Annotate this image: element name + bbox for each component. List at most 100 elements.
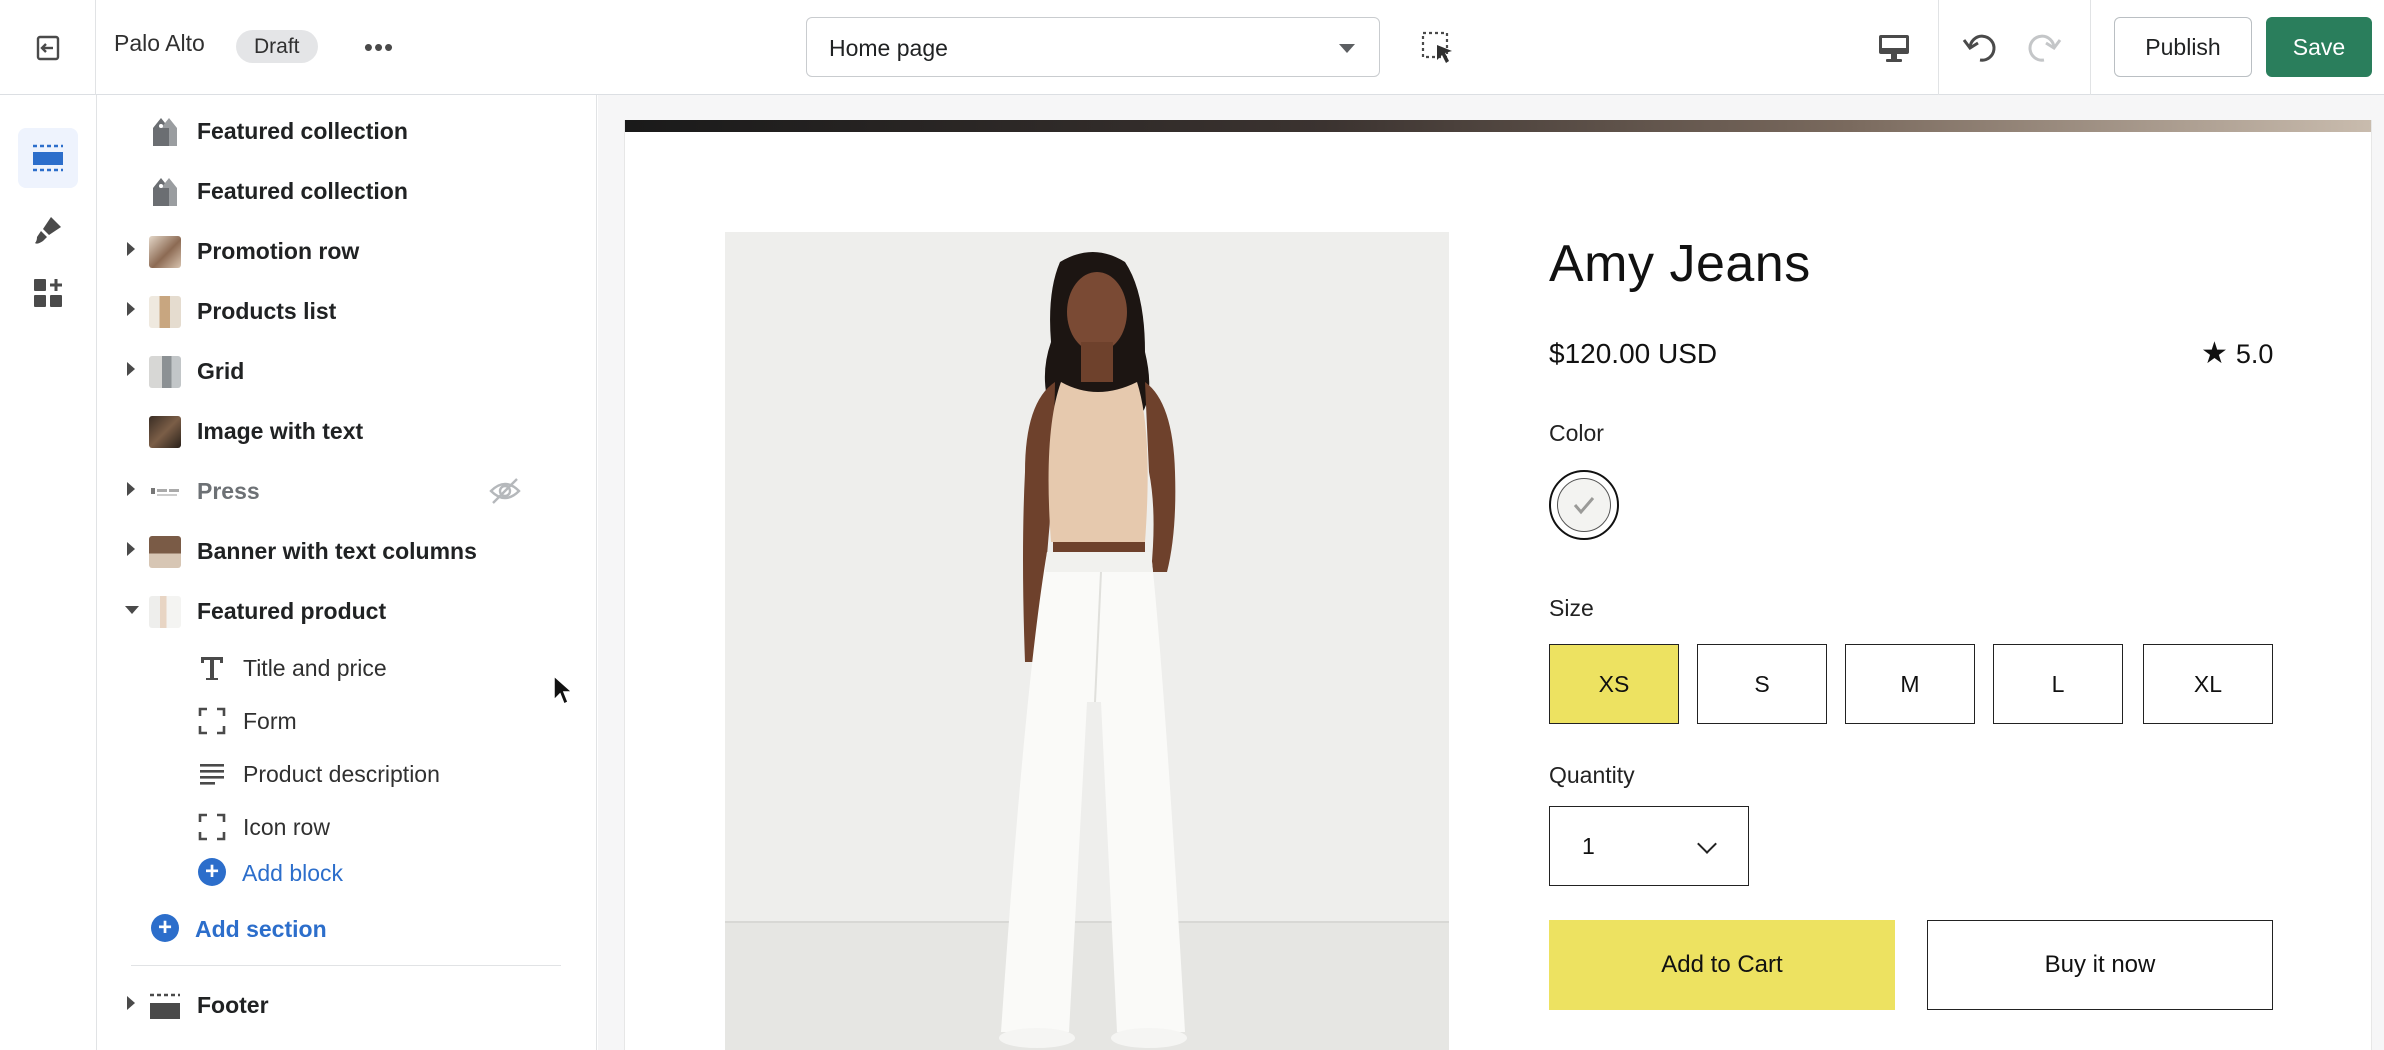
inspector-select-icon[interactable] bbox=[1420, 30, 1456, 66]
section-products-list[interactable]: Products list bbox=[97, 283, 596, 335]
apps-icon bbox=[34, 279, 62, 307]
section-press[interactable]: Press bbox=[97, 463, 596, 515]
sections-sidebar: Featured collection Featured collection … bbox=[97, 95, 597, 1050]
star-icon: ★ bbox=[2201, 337, 2228, 370]
text-icon bbox=[201, 657, 223, 680]
left-rail bbox=[0, 95, 97, 1050]
color-swatch[interactable] bbox=[1549, 470, 1619, 540]
section-label: Banner with text columns bbox=[197, 538, 477, 564]
section-featured-product[interactable]: Featured product bbox=[97, 583, 596, 635]
publish-button[interactable]: Publish bbox=[2114, 17, 2252, 77]
section-grid[interactable]: Grid bbox=[97, 343, 596, 395]
buy-it-now-button[interactable]: Buy it now bbox=[1927, 920, 2273, 1010]
size-option-xs[interactable]: XS bbox=[1549, 644, 1679, 724]
product-image[interactable] bbox=[725, 232, 1449, 1050]
undo-icon[interactable] bbox=[1958, 26, 2002, 70]
add-to-cart-button[interactable]: Add to Cart bbox=[1549, 920, 1895, 1010]
check-icon bbox=[1573, 497, 1595, 515]
section-thumbnail bbox=[149, 356, 181, 388]
top-bar: Palo Alto Draft ••• Home page Publish Sa… bbox=[0, 0, 2384, 95]
press-logos-thumbnail bbox=[151, 488, 179, 496]
section-label: Footer bbox=[197, 992, 269, 1018]
size-option-s[interactable]: S bbox=[1697, 644, 1827, 724]
block-form[interactable]: Form bbox=[97, 694, 596, 746]
add-block-button[interactable]: + Add block bbox=[198, 853, 418, 893]
quantity-label: Quantity bbox=[1549, 762, 1635, 788]
product-price: $120.00 USD bbox=[1549, 338, 1718, 369]
section-label: Press bbox=[197, 478, 260, 504]
desktop-view-icon[interactable] bbox=[1874, 28, 1914, 68]
frame-icon bbox=[198, 813, 226, 841]
section-thumbnail bbox=[149, 296, 181, 328]
size-option-m[interactable]: M bbox=[1845, 644, 1975, 724]
expand-arrow-icon[interactable] bbox=[127, 242, 135, 256]
tag-icon bbox=[153, 178, 177, 206]
section-thumbnail bbox=[149, 416, 181, 448]
toolbar-divider bbox=[1938, 0, 1939, 95]
rail-theme-settings-button[interactable] bbox=[18, 200, 78, 260]
block-product-description[interactable]: Product description bbox=[97, 747, 596, 799]
redo-icon[interactable] bbox=[2022, 26, 2066, 70]
expand-arrow-icon[interactable] bbox=[127, 482, 135, 496]
section-thumbnail bbox=[149, 536, 181, 568]
section-thumbnail bbox=[149, 596, 181, 628]
tag-icon bbox=[153, 118, 177, 146]
add-section-button[interactable]: + Add section bbox=[151, 909, 391, 949]
section-thumbnail bbox=[149, 236, 181, 268]
rating-value: 5.0 bbox=[2235, 339, 2274, 369]
expand-arrow-icon[interactable] bbox=[127, 996, 135, 1010]
section-thumbnail bbox=[149, 476, 181, 508]
expand-arrow-icon[interactable] bbox=[127, 362, 135, 376]
size-option-xl[interactable]: XL bbox=[2143, 644, 2273, 724]
section-promotion-row[interactable]: Promotion row bbox=[97, 223, 596, 275]
product-title: Amy Jeans bbox=[1549, 235, 1811, 293]
block-label: Icon row bbox=[243, 814, 330, 840]
caret-down-icon bbox=[1339, 44, 1355, 53]
section-image-with-text[interactable]: Image with text bbox=[97, 403, 596, 455]
block-icon-row[interactable]: Icon row bbox=[97, 800, 596, 852]
section-label: Featured collection bbox=[197, 118, 408, 144]
page-selector[interactable]: Home page bbox=[806, 17, 1380, 77]
plus-circle-icon: + bbox=[198, 858, 226, 886]
add-section-label: Add section bbox=[195, 916, 327, 942]
section-label: Featured product bbox=[197, 598, 387, 624]
section-featured-collection[interactable]: Featured collection bbox=[97, 103, 596, 155]
expand-arrow-icon[interactable] bbox=[127, 302, 135, 316]
paintbrush-icon bbox=[35, 217, 61, 244]
rail-apps-button[interactable] bbox=[18, 263, 78, 323]
hidden-eye-icon[interactable] bbox=[489, 477, 521, 505]
product-rating: ★ 5.0 bbox=[2201, 336, 2273, 371]
sections-icon bbox=[33, 144, 63, 172]
collapse-arrow-icon[interactable] bbox=[125, 606, 139, 614]
color-label: Color bbox=[1549, 420, 1604, 446]
paragraph-icon bbox=[200, 764, 224, 785]
quantity-select[interactable]: 1 bbox=[1549, 806, 1749, 886]
exit-icon bbox=[36, 35, 59, 60]
plus-circle-icon: + bbox=[151, 914, 179, 942]
more-actions-button[interactable]: ••• bbox=[358, 26, 400, 68]
more-icon: ••• bbox=[363, 31, 395, 62]
size-option-l[interactable]: L bbox=[1993, 644, 2123, 724]
chevron-down-icon bbox=[1697, 834, 1717, 854]
add-block-label: Add block bbox=[242, 860, 344, 886]
section-featured-collection[interactable]: Featured collection bbox=[97, 163, 596, 215]
swatch-fill bbox=[1557, 478, 1611, 532]
block-label: Product description bbox=[243, 761, 440, 787]
rail-sections-button[interactable] bbox=[18, 128, 78, 188]
exit-editor-button[interactable] bbox=[0, 0, 96, 95]
section-label: Image with text bbox=[197, 418, 364, 444]
section-banner-with-text-columns[interactable]: Banner with text columns bbox=[97, 523, 596, 575]
status-badge: Draft bbox=[236, 30, 318, 63]
section-footer[interactable]: Footer bbox=[97, 977, 596, 1029]
block-title-and-price[interactable]: Title and price bbox=[97, 641, 596, 693]
product-photo-illustration bbox=[725, 232, 1449, 1050]
section-label: Promotion row bbox=[197, 238, 360, 264]
section-label: Grid bbox=[197, 358, 245, 384]
save-button[interactable]: Save bbox=[2266, 17, 2372, 77]
section-label: Featured collection bbox=[197, 178, 408, 204]
block-label: Form bbox=[243, 708, 297, 734]
expand-arrow-icon[interactable] bbox=[127, 542, 135, 556]
quantity-value: 1 bbox=[1582, 833, 1595, 859]
size-label: Size bbox=[1549, 595, 1594, 621]
mouse-cursor-icon bbox=[553, 674, 574, 706]
